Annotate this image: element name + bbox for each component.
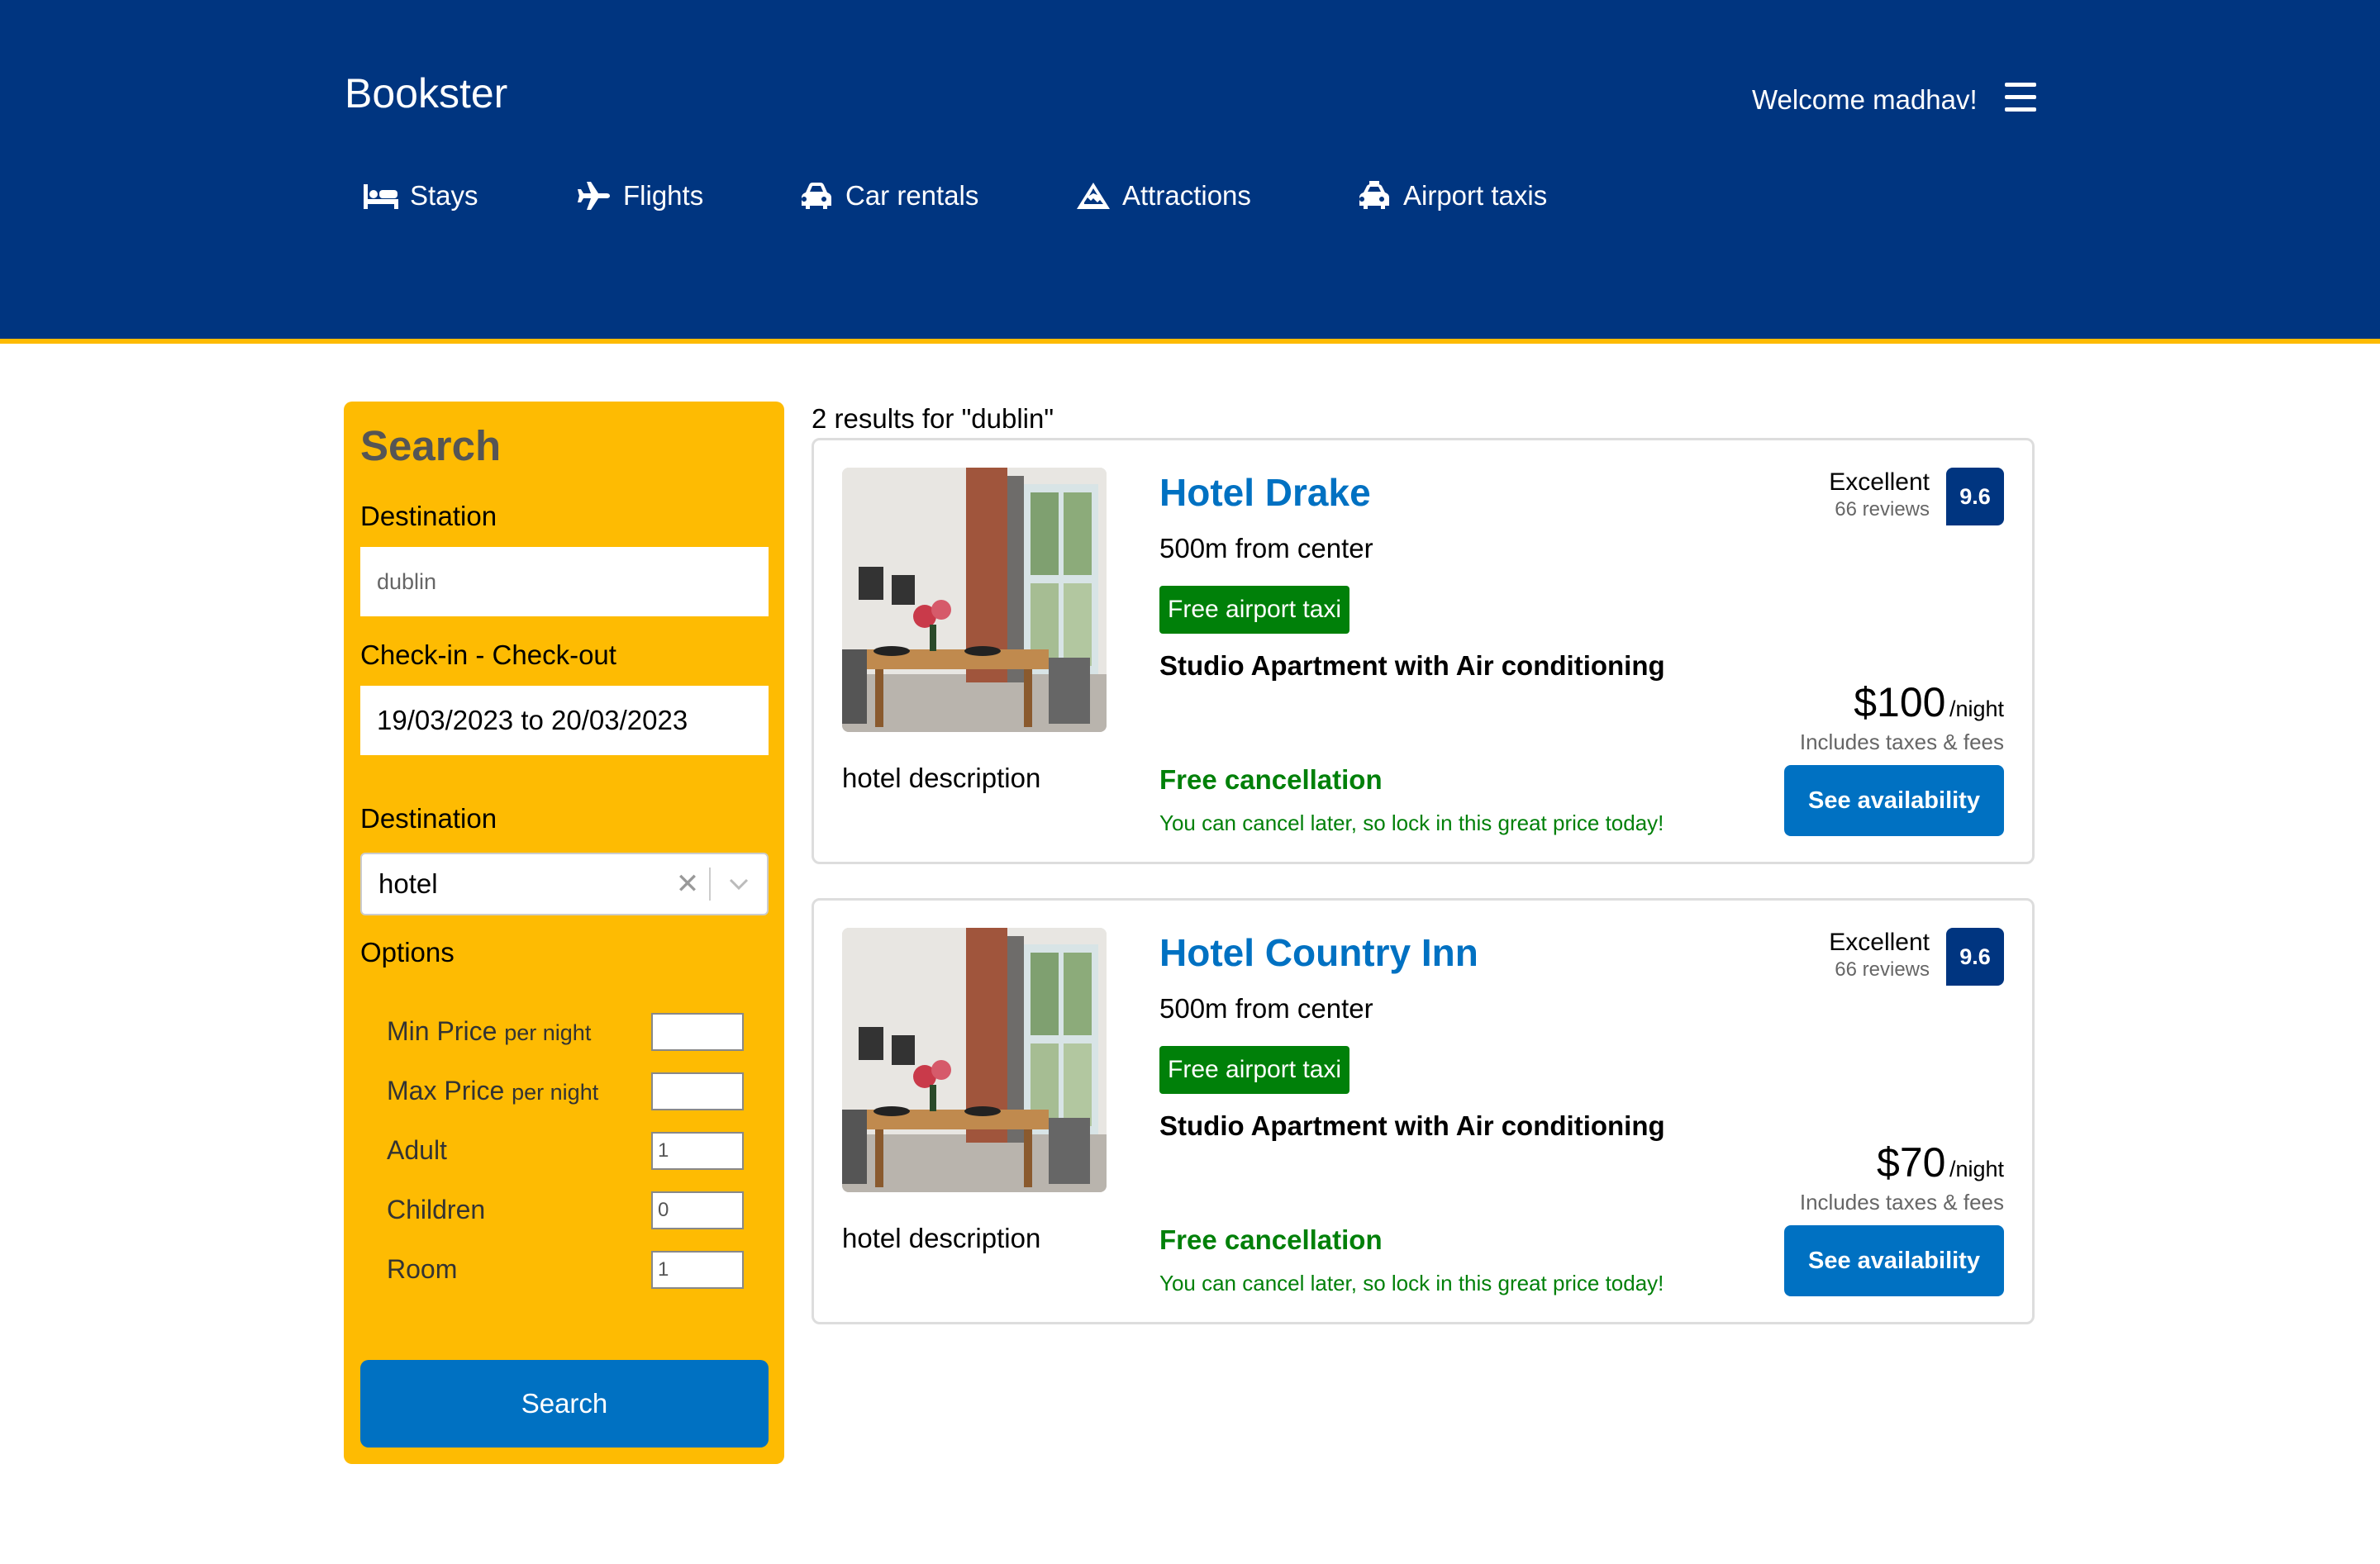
site-header: Bookster Welcome madhav! Stays Flights C… [0, 0, 2380, 344]
price: $70 /night [1877, 1139, 2004, 1186]
cancellation-note: You can cancel later, so lock in this gr… [1159, 811, 1664, 835]
option-min-price: Min Price per night [387, 1013, 744, 1053]
cancellation-note: You can cancel later, so lock in this gr… [1159, 1271, 1664, 1295]
options-label: Options [360, 937, 455, 967]
destination-input[interactable]: dublin [360, 547, 769, 616]
option-label: Max Price per night [387, 1076, 599, 1105]
hotel-image[interactable] [842, 928, 1107, 1192]
logo[interactable]: Bookster [345, 69, 507, 117]
max-price-input[interactable] [651, 1072, 744, 1110]
option-adult: Adult 1 [387, 1132, 744, 1172]
rating-summary: Excellent 66 reviews [1829, 468, 1930, 521]
bed-icon [364, 184, 398, 209]
option-label: Min Price per night [387, 1016, 592, 1046]
car-icon [802, 183, 831, 209]
cancellation-title: Free cancellation [1159, 764, 1383, 795]
score-badge: 9.6 [1946, 928, 2004, 986]
hotel-name-link[interactable]: Hotel Country Inn [1159, 930, 1478, 975]
price-unit: /night [1949, 1157, 2004, 1181]
hotel-distance: 500m from center [1159, 533, 1373, 563]
destination-label: Destination [360, 501, 497, 531]
select-value: hotel [378, 868, 438, 899]
search-button[interactable]: Search [360, 1360, 769, 1448]
taxes-note: Includes taxes & fees [1799, 1190, 2004, 1215]
date-range-input[interactable]: 19/03/2023 to 20/03/2023 [360, 686, 769, 755]
option-children: Children 0 [387, 1191, 744, 1231]
rating-label: Excellent [1829, 468, 1930, 496]
room-type: Studio Apartment with Air conditioning [1159, 650, 1665, 681]
price-unit: /night [1949, 696, 2004, 721]
nav-label: Flights [623, 180, 704, 211]
adult-input[interactable]: 1 [651, 1132, 744, 1170]
chevron-down-icon[interactable] [711, 878, 767, 890]
results-count: 2 results for "dublin" [812, 403, 1054, 434]
nav-item-attractions[interactable]: Attractions [1076, 180, 1251, 212]
option-label: Room [387, 1254, 458, 1284]
taxi-badge: Free airport taxi [1159, 1046, 1350, 1094]
rating-label: Excellent [1829, 929, 1930, 956]
mountain-icon [1077, 183, 1110, 209]
type-label: Destination [360, 803, 497, 834]
search-panel: Search Destination dublin Check-in - Che… [344, 402, 784, 1464]
hotel-description: hotel description [842, 1223, 1041, 1253]
clear-icon[interactable]: ✕ [666, 868, 709, 901]
taxi-badge: Free airport taxi [1159, 586, 1350, 634]
taxes-note: Includes taxes & fees [1799, 730, 2004, 754]
hotel-card: hotel description Hotel Drake 500m from … [812, 438, 2035, 864]
nav-item-flights[interactable]: Flights [577, 180, 703, 212]
plane-icon [578, 182, 610, 210]
nav-label: Attractions [1122, 180, 1251, 211]
search-title: Search [360, 422, 502, 469]
price: $100 /night [1854, 678, 2004, 726]
nav-label: Stays [410, 180, 478, 211]
nav-label: Airport taxis [1403, 180, 1548, 211]
option-label: Adult [387, 1135, 447, 1165]
nav-item-car-rentals[interactable]: Car rentals [799, 180, 978, 212]
nav-label: Car rentals [845, 180, 979, 211]
children-input[interactable]: 0 [651, 1191, 744, 1229]
taxi-icon [1359, 181, 1389, 209]
hotel-image[interactable] [842, 468, 1107, 732]
room-input[interactable]: 1 [651, 1251, 744, 1289]
see-availability-button[interactable]: See availability [1784, 765, 2004, 836]
see-availability-button[interactable]: See availability [1784, 1225, 2004, 1296]
price-amount: $70 [1877, 1139, 1946, 1186]
score-badge: 9.6 [1946, 468, 2004, 525]
hamburger-menu-icon[interactable] [2005, 83, 2036, 112]
hotel-description: hotel description [842, 763, 1041, 793]
property-type-select[interactable]: hotel ✕ [360, 853, 769, 915]
hotel-distance: 500m from center [1159, 993, 1373, 1024]
review-count: 66 reviews [1835, 958, 1930, 981]
min-price-input[interactable] [651, 1013, 744, 1051]
option-label: Children [387, 1195, 486, 1224]
dates-label: Check-in - Check-out [360, 639, 616, 670]
review-count: 66 reviews [1835, 498, 1930, 521]
option-room: Room 1 [387, 1251, 744, 1291]
nav-item-stays[interactable]: Stays [364, 180, 478, 212]
rating-summary: Excellent 66 reviews [1829, 929, 1930, 982]
room-type: Studio Apartment with Air conditioning [1159, 1110, 1665, 1141]
hotel-name-link[interactable]: Hotel Drake [1159, 470, 1371, 515]
nav-item-airport-taxis[interactable]: Airport taxis [1357, 180, 1547, 212]
welcome-message: Welcome madhav! [1752, 84, 1978, 115]
price-amount: $100 [1854, 679, 1946, 725]
cancellation-title: Free cancellation [1159, 1224, 1383, 1255]
option-max-price: Max Price per night [387, 1072, 744, 1112]
hotel-card: hotel description Hotel Country Inn 500m… [812, 898, 2035, 1324]
